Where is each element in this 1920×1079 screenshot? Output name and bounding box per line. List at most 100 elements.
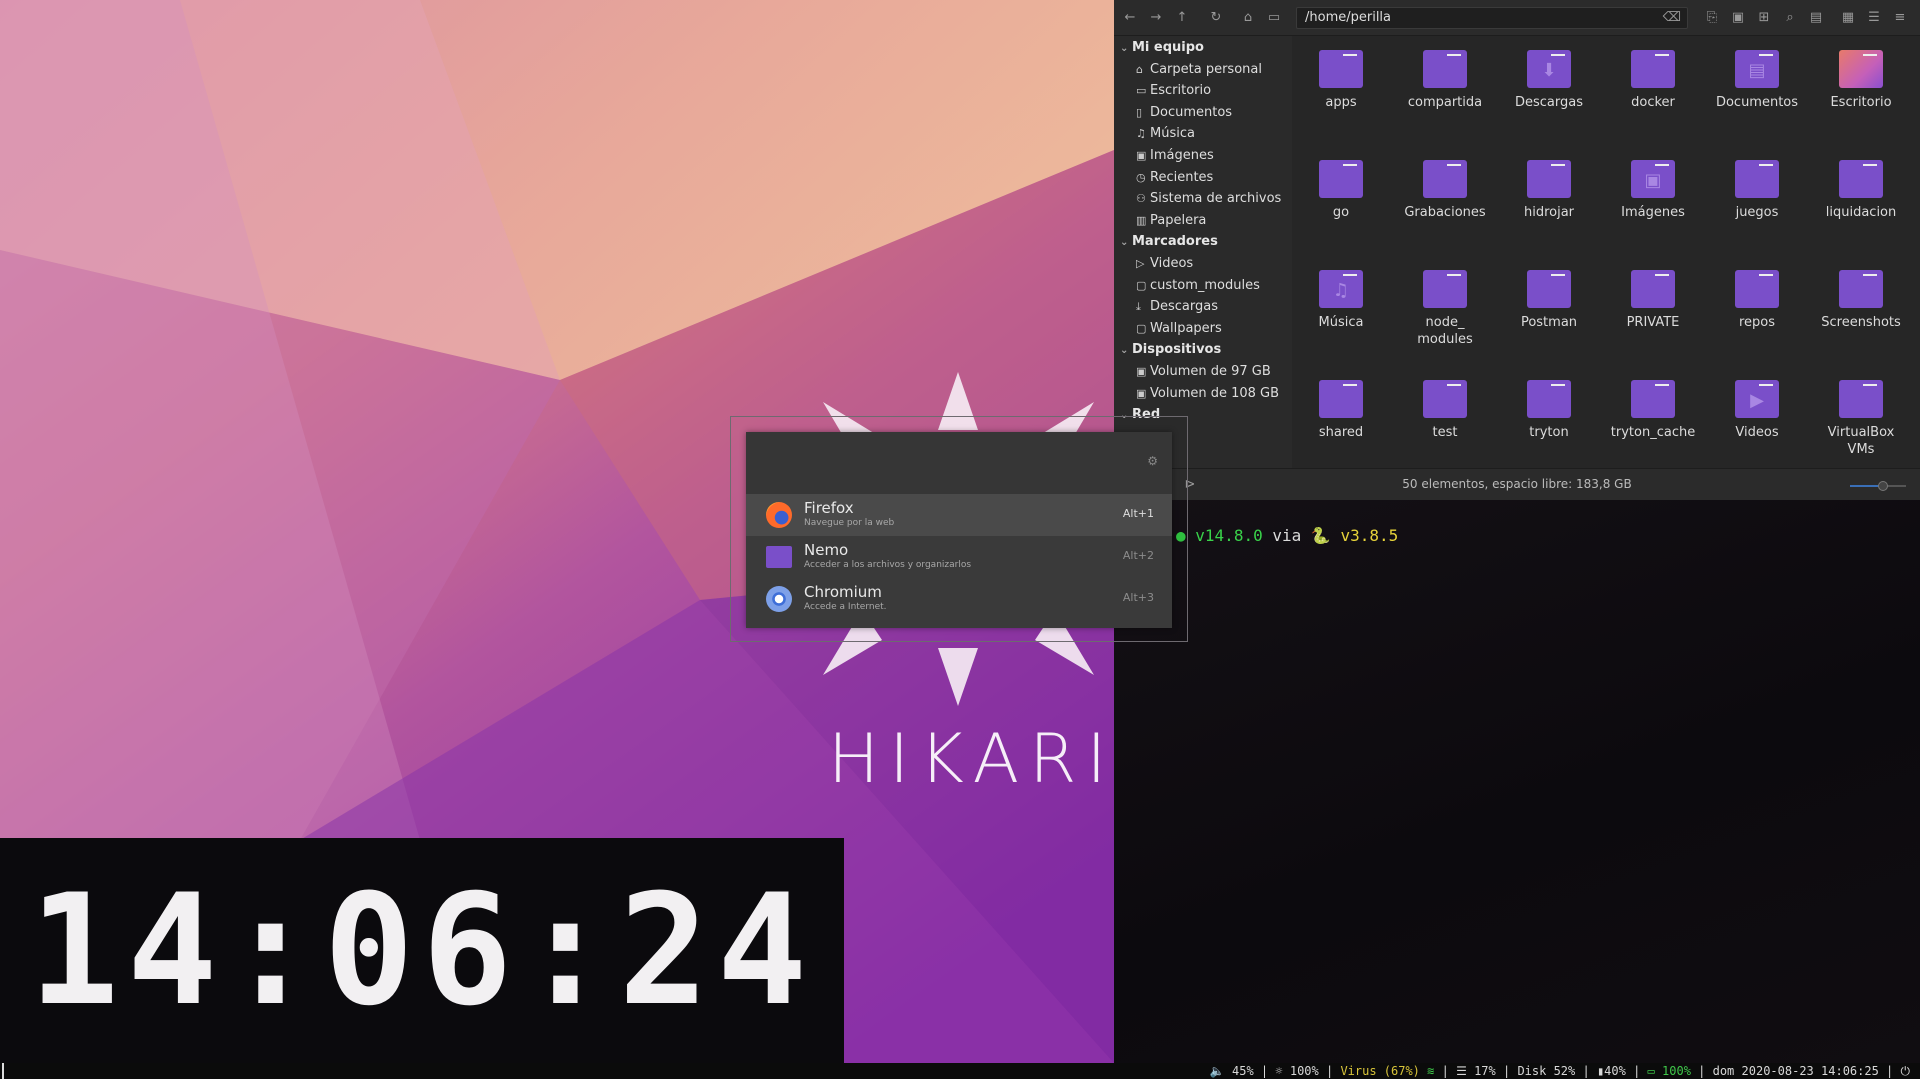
location-bar[interactable]: /home/perilla ⌫ (1296, 7, 1688, 29)
grid-view-icon[interactable]: ▦ (1838, 8, 1858, 28)
launcher-result-item[interactable]: Firefox Navegue por la web Alt+1 (746, 494, 1172, 536)
sidebar-item-label: Papelera (1150, 212, 1207, 228)
folder-item[interactable]: ⬇ Descargas (1503, 36, 1595, 111)
clear-location-icon[interactable]: ⌫ (1663, 8, 1681, 28)
folder-item[interactable]: ♫ Música (1295, 256, 1387, 331)
launcher-app-desc: Acceder a los archivos y organizarlos (804, 560, 972, 570)
chevron-down-icon[interactable]: ⌄ (1120, 237, 1132, 248)
folder-label: Grabaciones (1404, 205, 1486, 220)
folder-item[interactable]: PRIVATE (1607, 256, 1699, 331)
launcher-app-name: Firefox (804, 499, 854, 517)
folder-item[interactable]: compartida (1399, 36, 1491, 111)
open-icon[interactable]: ▤ (1806, 8, 1826, 28)
sidebar-item[interactable]: ⚇ Sistema de archivos (1136, 191, 1281, 206)
sidebar-item[interactable]: ▢ custom_modules (1136, 278, 1260, 293)
folder-item[interactable]: go (1295, 146, 1387, 221)
sidebar-item[interactable]: ▷ Videos (1136, 256, 1193, 271)
terminal-window[interactable]: ● v14.8.0 via 🐍 v3.8.5 (1114, 500, 1920, 1063)
sidebar-item[interactable]: ♫ Música (1136, 126, 1195, 141)
up-icon[interactable]: ↑ (1172, 8, 1192, 28)
workspace-indicator[interactable] (2, 1063, 4, 1079)
new-folder-icon[interactable]: ⊞ (1754, 8, 1774, 28)
sidebar-section-header[interactable]: ⌄ Marcadores (1120, 234, 1218, 249)
computer-icon[interactable]: ▭ (1264, 8, 1284, 28)
volume-icon[interactable]: 🔈 (1210, 1064, 1225, 1078)
folder-item[interactable]: Postman (1503, 256, 1595, 331)
drive-icon: ▣ (1136, 365, 1147, 378)
folder-item[interactable]: juegos (1711, 146, 1803, 221)
chevron-down-icon[interactable]: ⌄ (1120, 43, 1132, 54)
filesystem-icon: ⚇ (1136, 192, 1146, 206)
compact-view-icon[interactable]: ≡ (1890, 8, 1910, 28)
search-icon[interactable]: ⌕ (1780, 8, 1800, 28)
zoom-slider[interactable] (1850, 481, 1906, 491)
sidebar-item[interactable]: ▢ Wallpapers (1136, 321, 1222, 336)
folder-item[interactable]: tryton_cache (1607, 366, 1699, 441)
folder-item[interactable]: apps (1295, 36, 1387, 111)
system-statusbar: 🔈 45% | ☼ 100% | Virus (67%) ≋ | ☰ 17% |… (0, 1063, 1920, 1079)
folder-icon (1631, 50, 1675, 88)
folder-item[interactable]: Screenshots (1815, 256, 1907, 331)
chevron-down-icon[interactable]: ⌄ (1120, 345, 1132, 356)
gear-icon[interactable]: ⚙ (1147, 454, 1158, 468)
launcher-shortcut: Alt+2 (1122, 549, 1154, 562)
folder-item[interactable]: shared (1295, 366, 1387, 441)
sidebar-item[interactable]: ▥ Papelera (1136, 213, 1206, 228)
power-icon[interactable]: ⏻ (1901, 1064, 1911, 1078)
home-button-icon[interactable]: ⌂ (1238, 8, 1258, 28)
folder-item[interactable]: ▶ Videos (1711, 366, 1803, 441)
sidebar-item-label: Imágenes (1150, 148, 1214, 163)
python-version: v3.8.5 (1340, 526, 1399, 545)
sidebar-item[interactable]: ▭ Escritorio (1136, 83, 1211, 98)
sidebar-item[interactable]: ▯ Documentos (1136, 105, 1232, 120)
terminal-prompt: ● v14.8.0 via 🐍 v3.8.5 (1176, 526, 1398, 545)
launcher-app-desc: Navegue por la web (804, 518, 895, 528)
folder-icon (1839, 270, 1883, 308)
folder-item[interactable]: node_ modules (1399, 256, 1491, 348)
folder-item[interactable]: tryton (1503, 366, 1595, 441)
launcher-result-item[interactable]: Nemo Acceder a los archivos y organizarlo… (746, 536, 1172, 578)
folder-label: node_ modules (1417, 315, 1473, 347)
folder-item[interactable]: test (1399, 366, 1491, 441)
launcher-app-name: Nemo (804, 541, 849, 559)
sidebar-item[interactable]: ⤓ Descargas (1136, 299, 1218, 314)
folder-item[interactable]: Grabaciones (1399, 146, 1491, 221)
folder-icon: ▢ (1136, 321, 1147, 335)
sidebar-item[interactable]: ▣ Volumen de 97 GB (1136, 364, 1271, 379)
folder-item[interactable]: docker (1607, 36, 1699, 111)
launcher-search-field[interactable]: ⚙ (746, 432, 1172, 494)
launcher-result-item[interactable]: Chromium Accede a Internet. Alt+3 (746, 578, 1172, 620)
folder-item[interactable]: Escritorio (1815, 36, 1907, 111)
file-manager-statusbar: ⊳ 50 elementos, espacio libre: 183,8 GB (1114, 468, 1920, 500)
location-path: /home/perilla (1305, 10, 1392, 25)
folder-icon: ▤ (1735, 50, 1779, 88)
folder-icon (1423, 380, 1467, 418)
folder-icon (1319, 50, 1363, 88)
folder-icon (1423, 50, 1467, 88)
sidebar-item[interactable]: ▣ Imágenes (1136, 148, 1214, 163)
folder-item[interactable]: VirtualBox VMs (1815, 366, 1907, 458)
video-icon: ▷ (1136, 257, 1145, 270)
brightness-value: 100% (1289, 1064, 1319, 1078)
folder-item[interactable]: ▣ Imágenes (1607, 146, 1699, 221)
launcher-shortcut: Alt+3 (1122, 591, 1154, 604)
folder-item[interactable]: hidrojar (1503, 146, 1595, 221)
reload-icon[interactable]: ↻ (1206, 8, 1226, 28)
sidebar-item[interactable]: ⌂ Carpeta personal (1136, 62, 1262, 77)
sidebar-section-header[interactable]: ⌄ Mi equipo (1120, 40, 1204, 55)
folder-item[interactable]: repos (1711, 256, 1803, 331)
sidebar-item[interactable]: ▣ Volumen de 108 GB (1136, 386, 1279, 401)
nemo-folder-icon (766, 546, 792, 568)
terminal-icon[interactable]: ▣ (1728, 8, 1748, 28)
folder-item[interactable]: liquidacion (1815, 146, 1907, 221)
toggle-path-icon[interactable]: ⎘ (1702, 8, 1722, 28)
back-icon[interactable]: ← (1120, 8, 1140, 28)
python-icon: 🐍 (1310, 526, 1331, 545)
sidebar-item[interactable]: ◷ Recientes (1136, 170, 1213, 185)
folder-icon: ⬇ (1527, 50, 1571, 88)
sidebar-section-header[interactable]: ⌄ Dispositivos (1120, 342, 1221, 357)
forward-icon[interactable]: → (1146, 8, 1166, 28)
folder-item[interactable]: ▤ Documentos (1711, 36, 1803, 111)
list-view-icon[interactable]: ☰ (1864, 8, 1884, 28)
drive-icon: ▣ (1136, 386, 1147, 400)
